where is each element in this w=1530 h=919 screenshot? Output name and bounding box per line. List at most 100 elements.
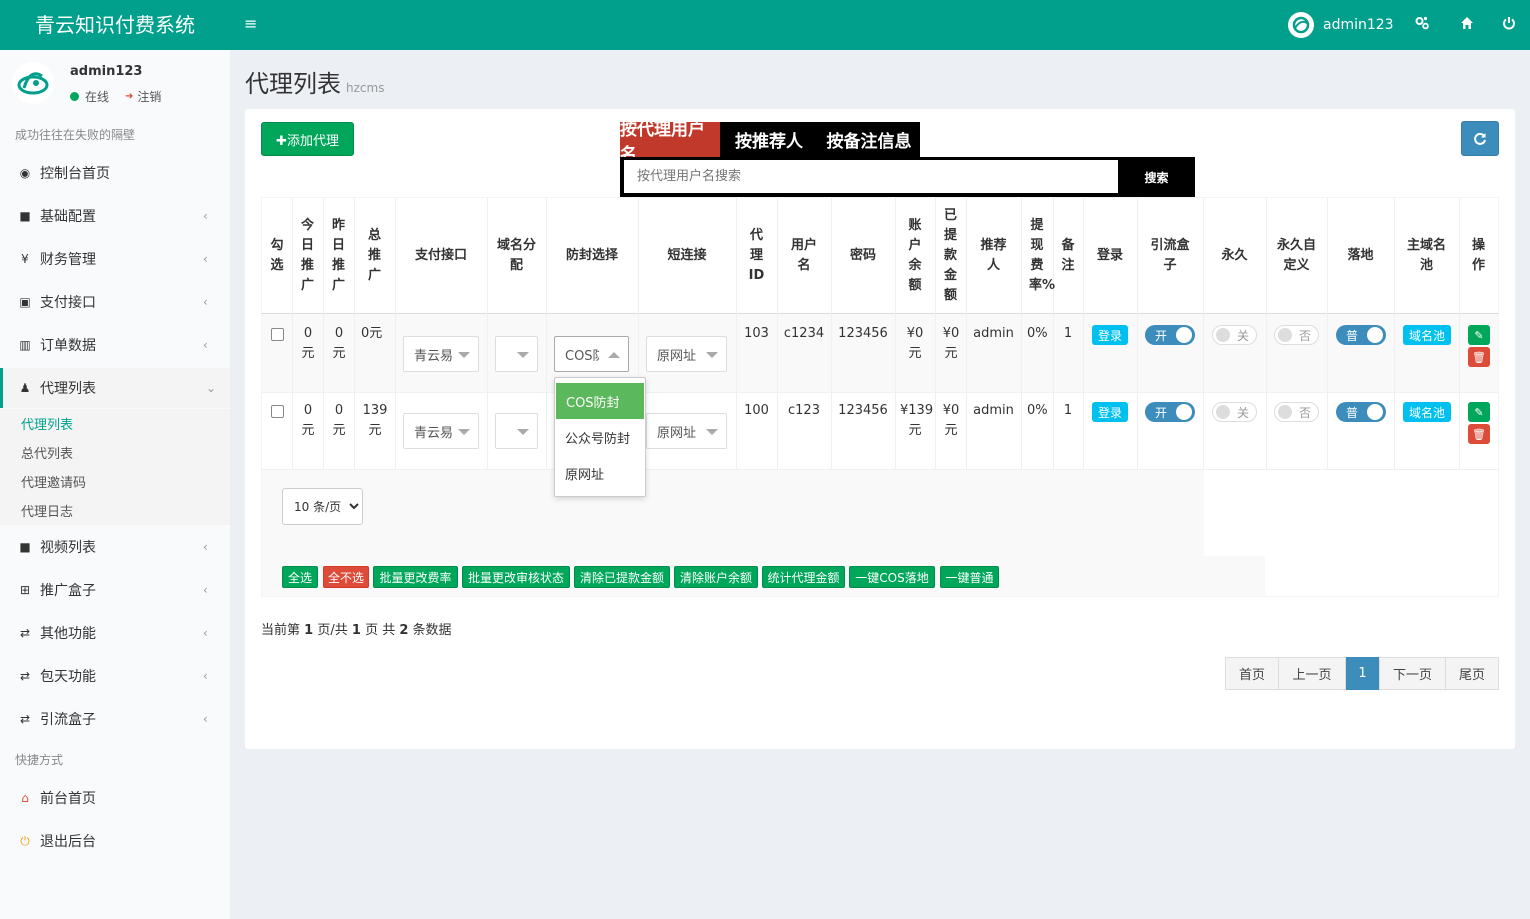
sidebar-item-frontend-home[interactable]: ⌂ 前台首页 [0, 778, 230, 818]
clear-withdrawn-button[interactable]: 清除已提款金额 [574, 566, 670, 588]
select-all-button[interactable]: 全选 [282, 566, 318, 588]
power-icon[interactable] [1501, 15, 1517, 31]
anti-block-select[interactable]: COS防封 [554, 336, 629, 372]
short-link-select[interactable]: 原网址 [646, 413, 727, 449]
cell-withdrawn: ¥0元 [942, 403, 960, 438]
sidebar-item-promo-box[interactable]: ⊞ 推广盒子 ‹ [0, 570, 230, 610]
delete-icon[interactable]: 🗑 [1468, 347, 1490, 367]
avatar [12, 62, 54, 104]
sidebar-item-payment[interactable]: ▣ 支付接口 ‹ [0, 282, 230, 322]
shortcut-header: 快捷方式 [15, 753, 64, 767]
cell-referrer: admin [973, 403, 1014, 418]
th-referrer: 推荐人 [980, 237, 1007, 273]
first-page-button[interactable]: 首页 [1225, 657, 1279, 690]
traffic-box-toggle[interactable]: 开 [1145, 402, 1195, 422]
th-withdrawn: 已提款金额 [943, 207, 957, 303]
th-payment: 支付接口 [414, 247, 467, 263]
login-button[interactable]: 登录 [1092, 402, 1128, 422]
cell-yesterday: 0元 [332, 403, 346, 438]
th-permanent: 永久 [1221, 247, 1248, 263]
logout-link[interactable]: 注销 [137, 88, 161, 105]
tab-by-referrer[interactable]: 按推荐人 [720, 122, 818, 157]
cos-landing-button[interactable]: 一键COS落地 [849, 566, 935, 588]
domain-select[interactable] [495, 336, 538, 372]
permanent-toggle[interactable]: 关 [1212, 402, 1257, 422]
sidebar-subitem-agent-list[interactable]: 代理列表 [0, 409, 230, 438]
batch-rate-button[interactable]: 批量更改费率 [373, 566, 458, 588]
delete-icon[interactable]: 🗑 [1468, 424, 1490, 444]
cell-username: c1234 [783, 326, 825, 341]
sidebar-item-videos[interactable]: ■ 视频列表 ‹ [0, 527, 230, 567]
dropdown-option[interactable]: COS防封 [556, 383, 644, 419]
clear-balance-button[interactable]: 清除账户余额 [674, 566, 758, 588]
page-1-button[interactable]: 1 [1346, 657, 1379, 690]
select-none-button[interactable]: 全不选 [323, 566, 369, 588]
home-icon[interactable] [1459, 15, 1475, 31]
settings-icon[interactable] [1414, 15, 1430, 31]
sidebar-subitem-agent-log[interactable]: 代理日志 [0, 496, 230, 525]
sidebar-item-daily[interactable]: ⇄ 包天功能 ‹ [0, 656, 230, 696]
caret-down-icon [706, 429, 718, 435]
search-input[interactable] [624, 160, 1118, 193]
edit-icon[interactable]: ✎ [1468, 402, 1490, 422]
online-dot-icon [70, 92, 79, 101]
landing-toggle[interactable]: 普 [1336, 325, 1386, 345]
next-page-button[interactable]: 下一页 [1379, 657, 1446, 690]
traffic-box-toggle[interactable]: 开 [1145, 325, 1195, 345]
normal-button[interactable]: 一键普通 [940, 566, 999, 588]
sidebar-item-logout[interactable]: ⏻ 退出后台 [0, 821, 230, 861]
page-size-select[interactable]: 10 条/页 [282, 488, 363, 525]
cell-password: 123456 [838, 326, 888, 341]
menu-toggle-icon[interactable]: ≡ [244, 14, 257, 33]
sidebar-item-dashboard[interactable]: ◉ 控制台首页 [0, 153, 230, 193]
last-page-button[interactable]: 尾页 [1445, 657, 1499, 690]
sidebar-item-agents[interactable]: ♟ 代理列表 ⌄ [0, 368, 230, 408]
short-link-select[interactable]: 原网址 [646, 336, 727, 372]
sidebar-item-orders[interactable]: ▥ 订单数据 ‹ [0, 325, 230, 365]
sidebar-item-finance[interactable]: ¥ 财务管理 ‹ [0, 239, 230, 279]
chevron-left-icon: ‹ [203, 669, 208, 683]
add-agent-button[interactable]: ✚添加代理 [261, 122, 354, 156]
page-subtitle: hzcms [346, 81, 385, 95]
permanent-custom-toggle[interactable]: 否 [1274, 325, 1319, 345]
sidebar-motto: 成功往往在失败的隔壁 [15, 128, 136, 142]
tab-by-username[interactable]: 按代理用户名 [620, 120, 720, 165]
batch-review-button[interactable]: 批量更改审核状态 [462, 566, 570, 588]
prev-page-button[interactable]: 上一页 [1278, 657, 1346, 690]
sidebar-subitem-master-list[interactable]: 总代列表 [0, 438, 230, 467]
sidebar-item-basic-config[interactable]: ■ 基础配置 ‹ [0, 196, 230, 236]
card-icon: ▣ [19, 295, 31, 309]
row-divider [261, 392, 1499, 393]
sidebar-item-label: 其他功能 [40, 626, 96, 642]
payment-select[interactable]: 青云易 [403, 336, 479, 372]
dropdown-option[interactable]: 公众号防封 [555, 419, 645, 455]
yen-icon: ¥ [21, 252, 29, 266]
sidebar-item-other[interactable]: ⇄ 其他功能 ‹ [0, 613, 230, 653]
th-domain-pool: 主域名池 [1406, 237, 1446, 273]
permanent-toggle[interactable]: 关 [1212, 325, 1257, 345]
login-button[interactable]: 登录 [1092, 325, 1128, 345]
sidebar-item-traffic-box[interactable]: ⇄ 引流盒子 ‹ [0, 699, 230, 739]
stats-button[interactable]: 统计代理金额 [762, 566, 845, 588]
domain-pool-button[interactable]: 域名池 [1403, 325, 1451, 345]
edit-icon[interactable]: ✎ [1468, 325, 1490, 345]
permanent-custom-toggle[interactable]: 否 [1274, 402, 1319, 422]
top-user-menu[interactable]: admin123 [1288, 12, 1394, 38]
dropdown-option[interactable]: 原网址 [555, 455, 645, 491]
row-checkbox[interactable] [271, 328, 284, 341]
landing-toggle[interactable]: 普 [1336, 402, 1386, 422]
app-title[interactable]: 青云知识付费系统 [0, 0, 230, 50]
row-checkbox[interactable] [271, 405, 284, 418]
dashboard-icon: ◉ [19, 166, 31, 180]
tab-by-note[interactable]: 按备注信息 [818, 122, 920, 157]
payment-select[interactable]: 青云易 [403, 413, 479, 449]
domain-pool-button[interactable]: 域名池 [1403, 402, 1451, 422]
sidebar-subitem-invite-codes[interactable]: 代理邀请码 [0, 467, 230, 496]
domain-select[interactable] [495, 413, 538, 449]
search-button[interactable]: 搜索 [1118, 157, 1195, 197]
th-select: 勾选 [270, 237, 284, 273]
refresh-button[interactable] [1461, 121, 1499, 156]
chevron-left-icon: ‹ [203, 252, 208, 266]
sidebar-item-label: 退出后台 [40, 834, 96, 850]
page-title-text: 代理列表 [245, 70, 341, 98]
